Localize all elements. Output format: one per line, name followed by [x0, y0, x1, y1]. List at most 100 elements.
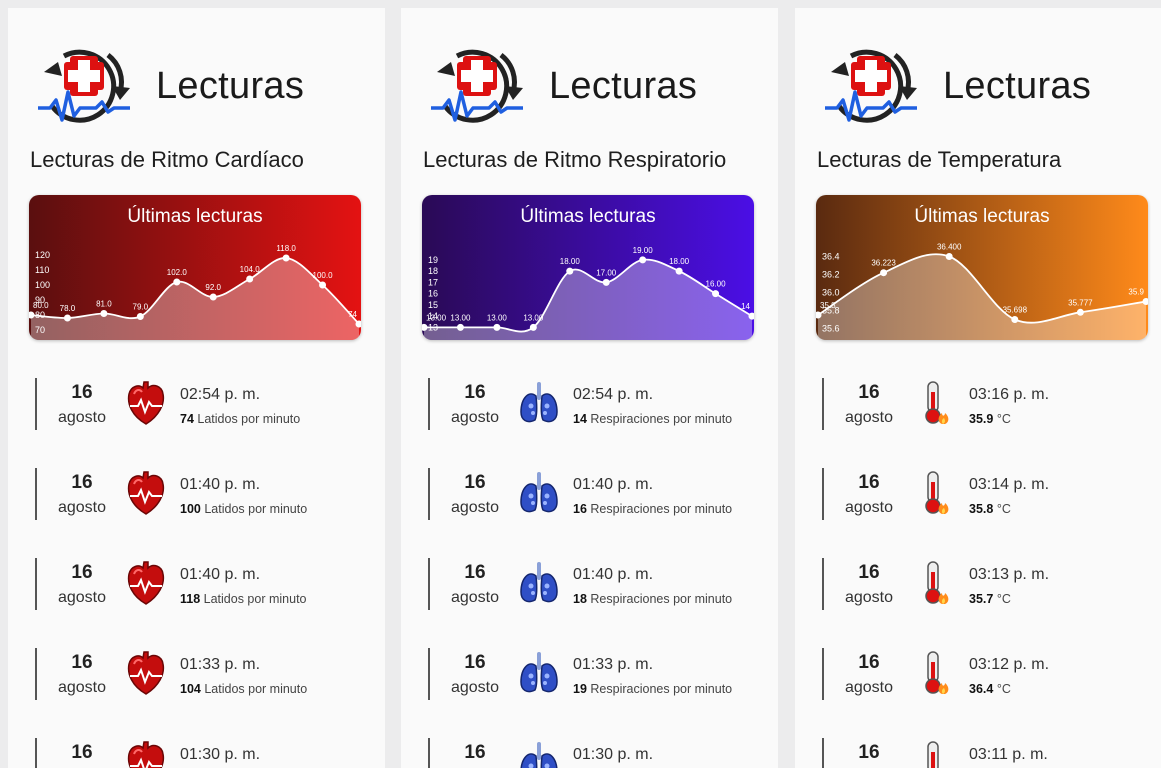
y-tick-label: 100 — [35, 280, 50, 290]
thermometer-icon — [915, 740, 955, 768]
reading-row[interactable]: 16 agosto 02:54 p. m. 14 Respiraciones p… — [401, 376, 778, 436]
divider — [35, 558, 37, 610]
reading-month: agosto — [441, 589, 509, 607]
reading-value: 104 Latidos por minuto — [180, 682, 307, 696]
reading-month: agosto — [441, 409, 509, 427]
thermometer-icon — [915, 560, 955, 606]
reading-time: 01:40 p. m. — [573, 566, 653, 584]
reading-row[interactable]: 16 agosto 01:40 p. m. 118 Latidos por mi… — [8, 556, 385, 616]
data-label: 35.9 — [1128, 288, 1144, 297]
reading-row[interactable]: 16 agosto 03:14 p. m. 35.8 °C — [795, 466, 1161, 526]
y-tick-label: 15 — [428, 300, 438, 310]
reading-time: 03:11 p. m. — [969, 746, 1048, 764]
divider — [35, 738, 37, 768]
data-point[interactable] — [676, 268, 683, 275]
data-point[interactable] — [880, 269, 887, 276]
reading-time: 01:33 p. m. — [180, 656, 260, 674]
reading-month: agosto — [48, 499, 116, 517]
reading-row[interactable]: 16 agosto 03:13 p. m. 35.7 °C — [795, 556, 1161, 616]
lungs-icon — [519, 650, 559, 696]
reading-unit: Respiraciones por minuto — [590, 502, 732, 516]
data-point[interactable] — [64, 315, 71, 322]
data-point[interactable] — [566, 268, 573, 275]
data-point[interactable] — [530, 324, 537, 331]
reading-number: 36.4 — [969, 682, 993, 696]
reading-row[interactable]: 16 agosto 02:54 p. m. 74 Latidos por min… — [8, 376, 385, 436]
divider — [428, 738, 430, 768]
y-tick-label: 18 — [428, 266, 438, 276]
divider — [822, 738, 824, 768]
reading-time: 01:30 p. m. — [180, 746, 260, 764]
data-point[interactable] — [283, 255, 290, 262]
reading-row[interactable]: 16 agosto 01:33 p. m. 104 Latidos por mi… — [8, 646, 385, 706]
temperature-chart: 35.635.836.036.236.435.836.22336.40035.6… — [816, 195, 1148, 340]
heart-rate-chart: 70809010011012080.078.081.079.0102.092.0… — [29, 195, 361, 340]
reading-value: 35.8 °C — [969, 502, 1011, 516]
heart-icon — [126, 650, 166, 696]
reading-row[interactable]: 16 agosto 03:12 p. m. 36.4 °C — [795, 646, 1161, 706]
reading-row[interactable]: 16 agosto 03:16 p. m. 35.9 °C — [795, 376, 1161, 436]
divider — [428, 378, 430, 430]
heart-icon — [126, 560, 166, 606]
data-point[interactable] — [1077, 309, 1084, 316]
heart-rate-panel: Lecturas Lecturas de Ritmo Cardíaco 7080… — [8, 8, 385, 768]
data-point[interactable] — [493, 324, 500, 331]
y-tick-label: 110 — [35, 265, 49, 275]
thermometer-icon — [915, 380, 955, 426]
reading-number: 18 — [573, 592, 587, 606]
reading-month: agosto — [835, 409, 903, 427]
data-point[interactable] — [603, 279, 610, 286]
divider — [35, 468, 37, 520]
data-label: 13.00 — [487, 313, 508, 322]
reading-row[interactable]: 16 agosto 01:40 p. m. 100 Latidos por mi… — [8, 466, 385, 526]
reading-row[interactable]: 16 agosto 01:30 p. m. — [8, 736, 385, 768]
reading-number: 35.8 — [969, 502, 993, 516]
data-point[interactable] — [457, 324, 464, 331]
thermometer-icon — [915, 650, 955, 696]
reading-row[interactable]: 16 agosto 01:40 p. m. 18 Respiraciones p… — [401, 556, 778, 616]
reading-row[interactable]: 16 agosto 01:33 p. m. 19 Respiraciones p… — [401, 646, 778, 706]
data-point[interactable] — [137, 313, 144, 320]
reading-day: 16 — [53, 562, 111, 584]
reading-row[interactable]: 16 agosto 01:40 p. m. 16 Respiraciones p… — [401, 466, 778, 526]
data-label: 13.00 — [450, 313, 471, 322]
divider — [822, 378, 824, 430]
reading-unit: °C — [997, 682, 1011, 696]
data-label: 18.00 — [669, 257, 690, 266]
reading-value: 16 Respiraciones por minuto — [573, 502, 732, 516]
data-point[interactable] — [1011, 316, 1018, 323]
reading-value: 74 Latidos por minuto — [180, 412, 300, 426]
data-point[interactable] — [639, 256, 646, 263]
data-point[interactable] — [100, 310, 107, 317]
data-label: 92.0 — [205, 283, 221, 292]
reading-unit: Latidos por minuto — [197, 412, 300, 426]
y-tick-label: 36.4 — [822, 252, 840, 262]
data-label: 35.777 — [1068, 298, 1093, 307]
reading-month: agosto — [441, 499, 509, 517]
reading-row[interactable]: 16 agosto 03:11 p. m. — [795, 736, 1161, 768]
reading-time: 01:30 p. m. — [573, 746, 653, 764]
reading-day: 16 — [446, 562, 504, 584]
reading-number: 100 — [180, 502, 201, 516]
data-point[interactable] — [246, 276, 253, 283]
reading-month: agosto — [835, 589, 903, 607]
reading-time: 03:13 p. m. — [969, 566, 1049, 584]
data-point[interactable] — [712, 290, 719, 297]
respiratory-rate-chart: 1314151617181913.0013.0013.0013.0018.001… — [422, 195, 754, 340]
data-point[interactable] — [319, 282, 326, 289]
reading-month: agosto — [835, 499, 903, 517]
reading-number: 16 — [573, 502, 587, 516]
data-point[interactable] — [210, 294, 217, 301]
thermometer-icon — [915, 470, 955, 516]
data-point[interactable] — [946, 253, 953, 260]
reading-value: 118 Latidos por minuto — [180, 592, 307, 606]
section-title: Lecturas de Ritmo Cardíaco — [30, 147, 304, 173]
reading-row[interactable]: 16 agosto 01:30 p. m. — [401, 736, 778, 768]
data-label: 14 — [741, 302, 750, 311]
reading-time: 01:40 p. m. — [573, 476, 653, 494]
app-logo-icon — [431, 46, 527, 128]
data-point[interactable] — [173, 279, 180, 286]
reading-unit: Latidos por minuto — [204, 682, 307, 696]
reading-unit: °C — [997, 592, 1011, 606]
y-tick-label: 120 — [35, 250, 50, 260]
